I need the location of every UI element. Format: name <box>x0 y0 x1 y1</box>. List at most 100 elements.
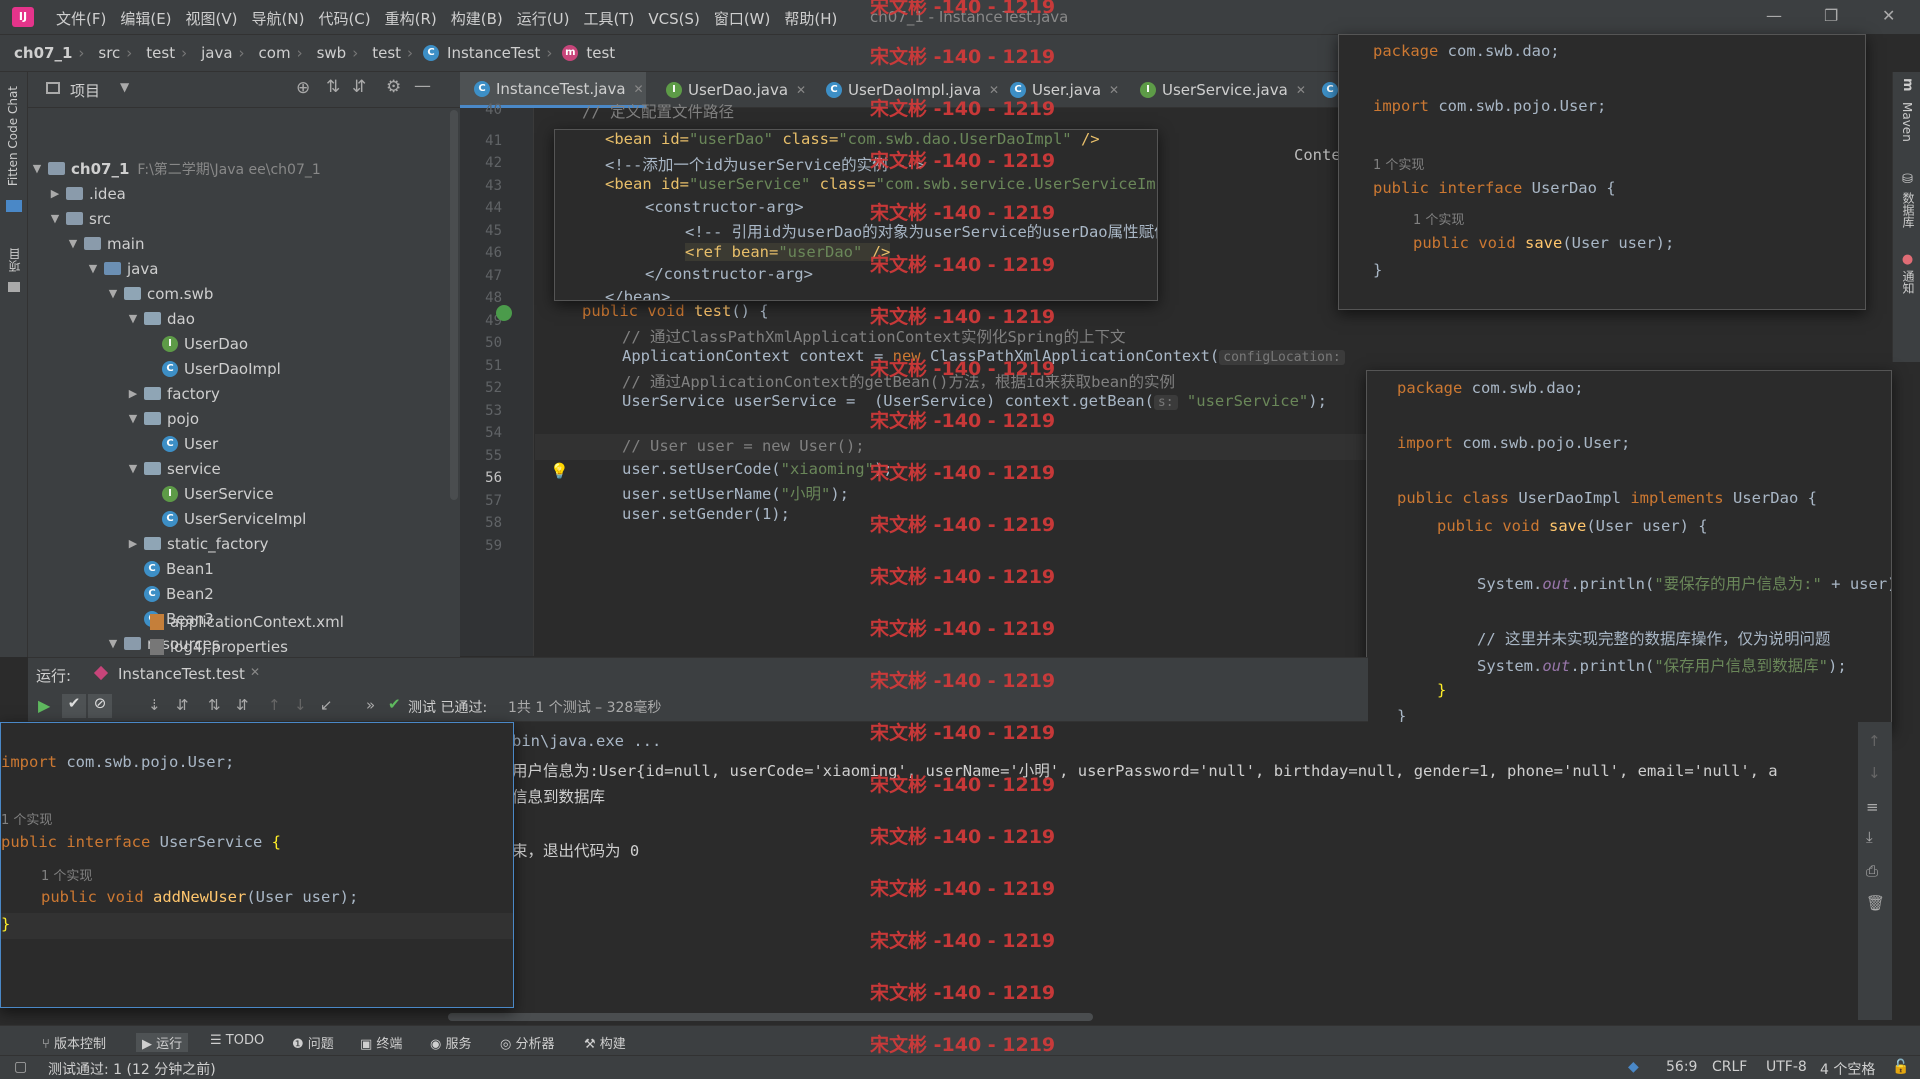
locate-icon[interactable]: ⊕ <box>296 78 310 98</box>
menu-help[interactable]: 帮助(H) <box>784 8 837 29</box>
soft-wrap-icon[interactable]: ≡ <box>1866 798 1879 816</box>
chevron-right-icon[interactable]: ▶ <box>126 537 140 550</box>
breadcrumb-item[interactable]: com <box>259 44 291 62</box>
console-horizontal-scrollbar[interactable] <box>448 1013 1093 1021</box>
scroll-down-icon[interactable]: ↓ <box>1868 764 1881 782</box>
chevron-down-icon[interactable]: ▼ <box>106 637 120 650</box>
userservice-quick-definition-popup[interactable]: import com.swb.pojo.User; 1 个实现 public i… <box>0 722 514 1008</box>
tab-userservice[interactable]: I UserService.java ✕ <box>1130 72 1306 108</box>
xml-quick-definition-popup[interactable]: <bean id="userDao" class="com.swb.dao.Us… <box>554 129 1158 301</box>
breadcrumb-item[interactable]: ch07_1 <box>14 44 72 62</box>
tree-item-dao[interactable]: ▼ dao <box>126 306 195 331</box>
intellij-logo-icon[interactable]: IJ <box>12 7 34 27</box>
tool-version-control[interactable]: ⑂ 版本控制 <box>42 1033 106 1052</box>
maven-icon[interactable]: m <box>1900 78 1915 92</box>
tree-item-user[interactable]: C User <box>158 431 218 456</box>
maximize-icon[interactable]: ❐ <box>1824 6 1838 25</box>
menu-code[interactable]: 代码(C) <box>318 8 370 29</box>
caret-position[interactable]: 56:9 <box>1666 1059 1697 1075</box>
tree-item-src[interactable]: ▼ src <box>48 206 111 231</box>
rerun-icon[interactable]: ▶ <box>38 696 50 715</box>
tree-item-userdao[interactable]: I UserDao <box>158 331 248 356</box>
lock-icon[interactable]: 🔓 <box>1892 1059 1909 1075</box>
chevron-down-icon[interactable]: ▼ <box>106 287 120 300</box>
menu-navigate[interactable]: 导航(N) <box>252 8 305 29</box>
chevron-right-icon[interactable]: ▶ <box>48 187 62 200</box>
show-ignored-icon[interactable]: ⊘ <box>88 694 112 718</box>
tree-item-log4j[interactable]: log4j.properties <box>146 634 288 659</box>
gear-icon[interactable]: ⚙ <box>386 77 401 97</box>
collapse-all-icon[interactable]: ⇵ <box>236 696 249 714</box>
tree-item-bean2[interactable]: C Bean2 <box>140 581 214 606</box>
tree-item-userservice[interactable]: I UserService <box>158 481 274 506</box>
menu-vcs[interactable]: VCS(S) <box>648 10 699 28</box>
project-tool-tab[interactable]: 项目 <box>6 248 23 272</box>
breadcrumb-item[interactable]: InstanceTest <box>447 44 540 62</box>
trash-icon[interactable]: 🗑 <box>1866 894 1885 912</box>
ai-assistant-icon[interactable]: ◆ <box>1628 1059 1639 1075</box>
tree-item-ch07_1[interactable]: ▼ ch07_1 F:\第二学期\Java ee\ch07_1 <box>30 156 321 181</box>
indent-setting[interactable]: 4 个空格 <box>1820 1059 1875 1079</box>
tree-item-idea[interactable]: ▶ .idea <box>48 181 126 206</box>
panel-toggle-icon[interactable]: ▢ <box>14 1059 27 1075</box>
scroll-up-icon[interactable]: ↑ <box>1868 732 1881 750</box>
close-icon[interactable]: ✕ <box>250 665 260 679</box>
menu-refactor[interactable]: 重构(R) <box>385 8 437 29</box>
menu-file[interactable]: 文件(F) <box>56 8 106 29</box>
lightbulb-icon[interactable]: 💡 <box>550 462 569 480</box>
menu-edit[interactable]: 编辑(E) <box>120 8 171 29</box>
breadcrumb-item[interactable]: test <box>372 44 401 62</box>
menu-view[interactable]: 视图(V) <box>186 8 238 29</box>
usage-hint[interactable]: 1 个实现 <box>1373 154 1424 173</box>
status-message[interactable]: 测试通过: 1 (12 分钟之前) <box>48 1059 216 1079</box>
run-tab-label[interactable]: InstanceTest.test <box>118 665 245 683</box>
expand-all-icon[interactable]: ⇅ <box>326 77 340 97</box>
minimize-icon[interactable]: — <box>1766 6 1782 25</box>
tool-build[interactable]: ⚒ 构建 <box>584 1033 626 1052</box>
usage-hint[interactable]: 1 个实现 <box>41 865 92 884</box>
breadcrumb-item[interactable]: test <box>586 44 615 62</box>
chevron-down-icon[interactable]: ▼ <box>126 312 140 325</box>
tree-item-service[interactable]: ▼ service <box>126 456 221 481</box>
close-icon[interactable]: ✕ <box>634 82 644 96</box>
chevron-down-icon[interactable]: ▼ <box>126 412 140 425</box>
project-panel-title[interactable]: 项目 <box>70 80 100 101</box>
sort-alpha-icon[interactable]: ⇣ <box>148 696 161 714</box>
breadcrumb-item[interactable]: swb <box>317 44 347 62</box>
breadcrumb-item[interactable]: src <box>98 44 120 62</box>
hide-panel-icon[interactable]: — <box>414 76 431 96</box>
userdaoimpl-quick-definition-popup[interactable]: package com.swb.dao; import com.swb.pojo… <box>1366 370 1892 730</box>
next-test-icon[interactable]: ↓ <box>294 696 307 714</box>
tree-item-pojo[interactable]: ▼ pojo <box>126 406 199 431</box>
close-icon[interactable]: ✕ <box>1109 83 1119 97</box>
run-gutter-icon[interactable] <box>496 305 512 321</box>
tree-item-bean1[interactable]: C Bean1 <box>140 556 214 581</box>
chevron-down-icon[interactable]: ▼ <box>30 162 44 175</box>
close-icon[interactable]: ✕ <box>1882 6 1895 25</box>
close-icon[interactable]: ✕ <box>796 83 806 97</box>
tool-terminal[interactable]: ▣ 终端 <box>360 1033 402 1052</box>
tree-item-com-swb[interactable]: ▼ com.swb <box>106 281 214 306</box>
tool-profiler[interactable]: ◎ 分析器 <box>500 1033 555 1052</box>
menu-window[interactable]: 窗口(W) <box>714 8 771 29</box>
menu-run[interactable]: 运行(U) <box>517 8 570 29</box>
tree-item-main[interactable]: ▼ main <box>66 231 145 256</box>
menu-build[interactable]: 构建(B) <box>451 8 503 29</box>
print-icon[interactable]: ⎙ <box>1866 862 1878 880</box>
notifications-tab[interactable]: 通知 <box>1900 270 1917 294</box>
chevron-down-icon[interactable]: ▼ <box>120 80 129 94</box>
chevron-down-icon[interactable]: ▼ <box>48 212 62 225</box>
breadcrumb-item[interactable]: java <box>201 44 232 62</box>
usage-hint[interactable]: 1 个实现 <box>1 809 52 828</box>
tool-problems[interactable]: ❶ 问题 <box>292 1033 334 1052</box>
tree-item-factory[interactable]: ▶ factory <box>126 381 220 406</box>
breadcrumb-item[interactable]: test <box>146 44 175 62</box>
show-passed-icon[interactable]: ✔ <box>62 694 86 718</box>
expand-all-icon[interactable]: ⇅ <box>208 696 221 714</box>
tool-services[interactable]: ◉ 服务 <box>430 1033 472 1052</box>
close-icon[interactable]: ✕ <box>1296 83 1306 97</box>
prev-test-icon[interactable]: ↑ <box>268 696 281 714</box>
import-tests-icon[interactable]: ↙ <box>320 696 333 714</box>
tree-item-static-factory[interactable]: ▶ static_factory <box>126 531 269 556</box>
fitten-code-chat-tab[interactable]: Fitten Code Chat <box>6 86 20 186</box>
